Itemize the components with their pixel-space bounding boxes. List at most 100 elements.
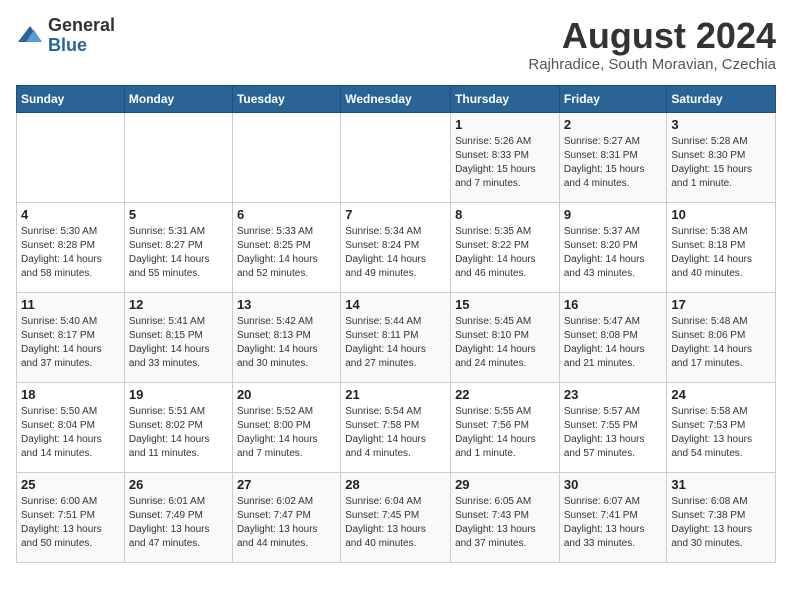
day-number: 12 xyxy=(129,297,228,312)
day-number: 18 xyxy=(21,387,120,402)
week-row-4: 18 Sunrise: 5:50 AM Sunset: 8:04 PM Dayli… xyxy=(17,382,776,472)
week-row-1: 1 Sunrise: 5:26 AM Sunset: 8:33 PM Daylig… xyxy=(17,112,776,202)
logo: General Blue xyxy=(16,16,115,56)
weekday-header-sunday: Sunday xyxy=(17,85,125,112)
day-cell-26: 23 Sunrise: 5:57 AM Sunset: 7:55 PM Dayli… xyxy=(559,382,667,472)
day-info: Sunrise: 5:37 AM Sunset: 8:20 PM Dayligh… xyxy=(564,225,663,281)
day-number: 15 xyxy=(455,297,555,312)
weekday-header-monday: Monday xyxy=(124,85,232,112)
day-number: 3 xyxy=(671,117,771,132)
day-number: 24 xyxy=(671,387,771,402)
day-info: Sunrise: 6:02 AM Sunset: 7:47 PM Dayligh… xyxy=(237,495,336,551)
weekday-header-friday: Friday xyxy=(559,85,667,112)
weekday-header-row: SundayMondayTuesdayWednesdayThursdayFrid… xyxy=(17,85,776,112)
day-cell-23: 20Sunrise: 5:52 AM Sunset: 8:00 PM Dayli… xyxy=(232,382,340,472)
weekday-header-tuesday: Tuesday xyxy=(232,85,340,112)
logo-general: General xyxy=(48,16,115,36)
logo-icon xyxy=(16,22,44,50)
day-info: Sunrise: 6:04 AM Sunset: 7:45 PM Dayligh… xyxy=(345,495,446,551)
day-info: Sunrise: 5:54 AM Sunset: 7:58 PM Dayligh… xyxy=(345,405,446,461)
day-number: 23 xyxy=(564,387,663,402)
day-info: Sunrise: 5:57 AM Sunset: 7:55 PM Dayligh… xyxy=(564,405,663,461)
day-cell-10: 7 Sunrise: 5:34 AM Sunset: 8:24 PM Daylig… xyxy=(341,202,451,292)
day-info: Sunrise: 6:00 AM Sunset: 7:51 PM Dayligh… xyxy=(21,495,120,551)
day-cell-2 xyxy=(232,112,340,202)
day-info: Sunrise: 5:55 AM Sunset: 7:56 PM Dayligh… xyxy=(455,405,555,461)
day-number: 19 xyxy=(129,387,228,402)
day-info: Sunrise: 5:30 AM Sunset: 8:28 PM Dayligh… xyxy=(21,225,120,281)
day-number: 6 xyxy=(237,207,336,222)
day-info: Sunrise: 5:34 AM Sunset: 8:24 PM Dayligh… xyxy=(345,225,446,281)
day-cell-8: 5 Sunrise: 5:31 AM Sunset: 8:27 PM Daylig… xyxy=(124,202,232,292)
day-number: 28 xyxy=(345,477,446,492)
day-number: 2 xyxy=(564,117,663,132)
month-year: August 2024 xyxy=(528,16,776,56)
week-row-5: 25Sunrise: 6:00 AM Sunset: 7:51 PM Dayli… xyxy=(17,472,776,562)
day-info: Sunrise: 5:50 AM Sunset: 8:04 PM Dayligh… xyxy=(21,405,120,461)
day-info: Sunrise: 5:35 AM Sunset: 8:22 PM Dayligh… xyxy=(455,225,555,281)
day-info: Sunrise: 5:41 AM Sunset: 8:15 PM Dayligh… xyxy=(129,315,228,371)
day-info: Sunrise: 5:26 AM Sunset: 8:33 PM Dayligh… xyxy=(455,135,555,191)
location: Rajhradice, South Moravian, Czechia xyxy=(528,56,776,73)
day-number: 16 xyxy=(564,297,663,312)
day-number: 8 xyxy=(455,207,555,222)
day-cell-33: 30Sunrise: 6:07 AM Sunset: 7:41 PM Dayli… xyxy=(559,472,667,562)
day-info: Sunrise: 5:47 AM Sunset: 8:08 PM Dayligh… xyxy=(564,315,663,371)
day-number: 22 xyxy=(455,387,555,402)
day-info: Sunrise: 5:42 AM Sunset: 8:13 PM Dayligh… xyxy=(237,315,336,371)
day-cell-20: 17 Sunrise: 5:48 AM Sunset: 8:06 PM Dayli… xyxy=(667,292,776,382)
day-number: 17 xyxy=(671,297,771,312)
day-info: Sunrise: 5:44 AM Sunset: 8:11 PM Dayligh… xyxy=(345,315,446,371)
day-info: Sunrise: 6:05 AM Sunset: 7:43 PM Dayligh… xyxy=(455,495,555,551)
day-cell-1 xyxy=(124,112,232,202)
day-cell-18: 15 Sunrise: 5:45 AM Sunset: 8:10 PM Dayli… xyxy=(451,292,560,382)
day-info: Sunrise: 5:48 AM Sunset: 8:06 PM Dayligh… xyxy=(671,315,771,371)
day-cell-11: 8 Sunrise: 5:35 AM Sunset: 8:22 PM Daylig… xyxy=(451,202,560,292)
logo-blue: Blue xyxy=(48,36,115,56)
day-number: 7 xyxy=(345,207,446,222)
day-number: 21 xyxy=(345,387,446,402)
day-number: 10 xyxy=(671,207,771,222)
day-number: 29 xyxy=(455,477,555,492)
day-number: 11 xyxy=(21,297,120,312)
calendar-table: SundayMondayTuesdayWednesdayThursdayFrid… xyxy=(16,85,776,563)
day-number: 1 xyxy=(455,117,555,132)
day-number: 30 xyxy=(564,477,663,492)
day-info: Sunrise: 5:27 AM Sunset: 8:31 PM Dayligh… xyxy=(564,135,663,191)
day-info: Sunrise: 5:58 AM Sunset: 7:53 PM Dayligh… xyxy=(671,405,771,461)
day-info: Sunrise: 6:01 AM Sunset: 7:49 PM Dayligh… xyxy=(129,495,228,551)
day-cell-30: 27Sunrise: 6:02 AM Sunset: 7:47 PM Dayli… xyxy=(232,472,340,562)
day-cell-15: 12 Sunrise: 5:41 AM Sunset: 8:15 PM Dayli… xyxy=(124,292,232,382)
week-row-3: 11 Sunrise: 5:40 AM Sunset: 8:17 PM Dayli… xyxy=(17,292,776,382)
day-info: Sunrise: 6:08 AM Sunset: 7:38 PM Dayligh… xyxy=(671,495,771,551)
day-cell-31: 28 Sunrise: 6:04 AM Sunset: 7:45 PM Dayli… xyxy=(341,472,451,562)
weekday-header-saturday: Saturday xyxy=(667,85,776,112)
weekday-header-thursday: Thursday xyxy=(451,85,560,112)
day-info: Sunrise: 5:40 AM Sunset: 8:17 PM Dayligh… xyxy=(21,315,120,371)
day-cell-29: 26 Sunrise: 6:01 AM Sunset: 7:49 PM Dayli… xyxy=(124,472,232,562)
day-info: Sunrise: 5:52 AM Sunset: 8:00 PM Dayligh… xyxy=(237,405,336,461)
day-cell-14: 11 Sunrise: 5:40 AM Sunset: 8:17 PM Dayli… xyxy=(17,292,125,382)
day-cell-19: 16 Sunrise: 5:47 AM Sunset: 8:08 PM Dayli… xyxy=(559,292,667,382)
day-cell-32: 29 Sunrise: 6:05 AM Sunset: 7:43 PM Dayli… xyxy=(451,472,560,562)
day-number: 26 xyxy=(129,477,228,492)
day-cell-21: 18 Sunrise: 5:50 AM Sunset: 8:04 PM Dayli… xyxy=(17,382,125,472)
day-info: Sunrise: 5:28 AM Sunset: 8:30 PM Dayligh… xyxy=(671,135,771,191)
day-cell-17: 14 Sunrise: 5:44 AM Sunset: 8:11 PM Dayli… xyxy=(341,292,451,382)
day-cell-0 xyxy=(17,112,125,202)
day-info: Sunrise: 5:31 AM Sunset: 8:27 PM Dayligh… xyxy=(129,225,228,281)
day-cell-27: 24 Sunrise: 5:58 AM Sunset: 7:53 PM Dayli… xyxy=(667,382,776,472)
day-cell-7: 4 Sunrise: 5:30 AM Sunset: 8:28 PM Daylig… xyxy=(17,202,125,292)
day-info: Sunrise: 5:45 AM Sunset: 8:10 PM Dayligh… xyxy=(455,315,555,371)
day-cell-25: 22 Sunrise: 5:55 AM Sunset: 7:56 PM Dayli… xyxy=(451,382,560,472)
day-cell-16: 13 Sunrise: 5:42 AM Sunset: 8:13 PM Dayli… xyxy=(232,292,340,382)
day-cell-9: 6Sunrise: 5:33 AM Sunset: 8:25 PM Daylig… xyxy=(232,202,340,292)
day-number: 5 xyxy=(129,207,228,222)
day-number: 31 xyxy=(671,477,771,492)
day-number: 14 xyxy=(345,297,446,312)
day-cell-22: 19Sunrise: 5:51 AM Sunset: 8:02 PM Dayli… xyxy=(124,382,232,472)
day-number: 4 xyxy=(21,207,120,222)
day-cell-5: 2 Sunrise: 5:27 AM Sunset: 8:31 PM Daylig… xyxy=(559,112,667,202)
day-number: 13 xyxy=(237,297,336,312)
title-block: August 2024 Rajhradice, South Moravian, … xyxy=(528,16,776,73)
